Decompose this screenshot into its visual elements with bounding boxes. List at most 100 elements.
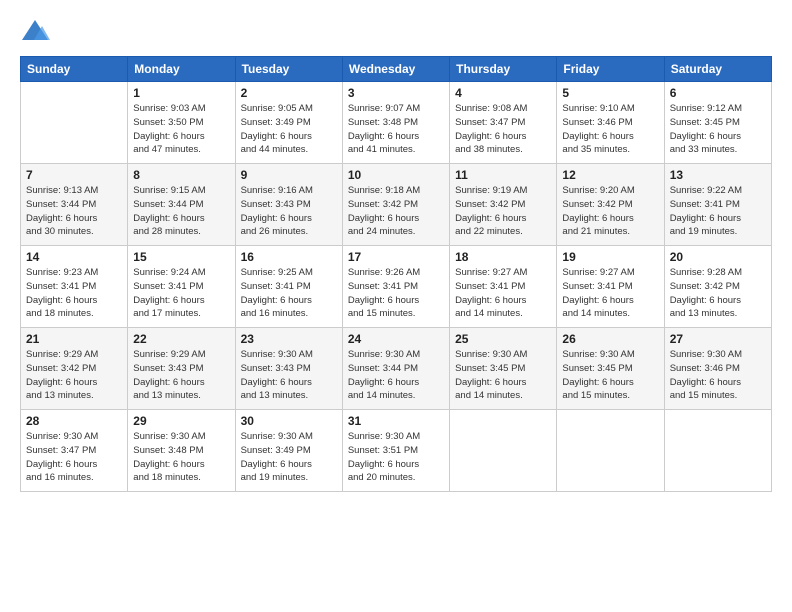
day-info: Sunrise: 9:19 AMSunset: 3:42 PMDaylight:… bbox=[455, 184, 551, 239]
day-info: Sunrise: 9:15 AMSunset: 3:44 PMDaylight:… bbox=[133, 184, 229, 239]
calendar-cell: 27 Sunrise: 9:30 AMSunset: 3:46 PMDayligh… bbox=[664, 328, 771, 410]
calendar-cell: 18 Sunrise: 9:27 AMSunset: 3:41 PMDayligh… bbox=[450, 246, 557, 328]
calendar-header-saturday: Saturday bbox=[664, 57, 771, 82]
day-info: Sunrise: 9:30 AMSunset: 3:49 PMDaylight:… bbox=[241, 430, 337, 485]
day-info: Sunrise: 9:27 AMSunset: 3:41 PMDaylight:… bbox=[455, 266, 551, 321]
day-info: Sunrise: 9:30 AMSunset: 3:51 PMDaylight:… bbox=[348, 430, 444, 485]
day-info: Sunrise: 9:05 AMSunset: 3:49 PMDaylight:… bbox=[241, 102, 337, 157]
day-number: 12 bbox=[562, 168, 658, 182]
day-number: 9 bbox=[241, 168, 337, 182]
day-info: Sunrise: 9:20 AMSunset: 3:42 PMDaylight:… bbox=[562, 184, 658, 239]
day-number: 29 bbox=[133, 414, 229, 428]
day-info: Sunrise: 9:30 AMSunset: 3:46 PMDaylight:… bbox=[670, 348, 766, 403]
day-number: 21 bbox=[26, 332, 122, 346]
day-info: Sunrise: 9:27 AMSunset: 3:41 PMDaylight:… bbox=[562, 266, 658, 321]
day-number: 6 bbox=[670, 86, 766, 100]
day-info: Sunrise: 9:07 AMSunset: 3:48 PMDaylight:… bbox=[348, 102, 444, 157]
day-number: 13 bbox=[670, 168, 766, 182]
day-number: 31 bbox=[348, 414, 444, 428]
day-number: 27 bbox=[670, 332, 766, 346]
calendar-cell bbox=[557, 410, 664, 492]
calendar-cell: 8 Sunrise: 9:15 AMSunset: 3:44 PMDaylight… bbox=[128, 164, 235, 246]
day-number: 8 bbox=[133, 168, 229, 182]
day-info: Sunrise: 9:30 AMSunset: 3:45 PMDaylight:… bbox=[562, 348, 658, 403]
day-number: 30 bbox=[241, 414, 337, 428]
calendar-week-row: 7 Sunrise: 9:13 AMSunset: 3:44 PMDaylight… bbox=[21, 164, 772, 246]
calendar-cell: 1Sunrise: 9:03 AMSunset: 3:50 PMDaylight… bbox=[128, 82, 235, 164]
day-number: 14 bbox=[26, 250, 122, 264]
logo-icon bbox=[20, 18, 50, 46]
day-number: 18 bbox=[455, 250, 551, 264]
calendar-cell: 17 Sunrise: 9:26 AMSunset: 3:41 PMDayligh… bbox=[342, 246, 449, 328]
calendar-cell: 31 Sunrise: 9:30 AMSunset: 3:51 PMDayligh… bbox=[342, 410, 449, 492]
day-number: 15 bbox=[133, 250, 229, 264]
day-number: 26 bbox=[562, 332, 658, 346]
day-number: 11 bbox=[455, 168, 551, 182]
calendar-cell: 28Sunrise: 9:30 AMSunset: 3:47 PMDayligh… bbox=[21, 410, 128, 492]
calendar-cell: 7 Sunrise: 9:13 AMSunset: 3:44 PMDaylight… bbox=[21, 164, 128, 246]
day-info: Sunrise: 9:12 AMSunset: 3:45 PMDaylight:… bbox=[670, 102, 766, 157]
calendar-cell: 11 Sunrise: 9:19 AMSunset: 3:42 PMDayligh… bbox=[450, 164, 557, 246]
calendar-cell: 25 Sunrise: 9:30 AMSunset: 3:45 PMDayligh… bbox=[450, 328, 557, 410]
calendar-cell: 9 Sunrise: 9:16 AMSunset: 3:43 PMDaylight… bbox=[235, 164, 342, 246]
calendar-cell: 13 Sunrise: 9:22 AMSunset: 3:41 PMDayligh… bbox=[664, 164, 771, 246]
day-info: Sunrise: 9:26 AMSunset: 3:41 PMDaylight:… bbox=[348, 266, 444, 321]
calendar-cell: 21 Sunrise: 9:29 AMSunset: 3:42 PMDayligh… bbox=[21, 328, 128, 410]
day-info: Sunrise: 9:29 AMSunset: 3:42 PMDaylight:… bbox=[26, 348, 122, 403]
calendar-cell: 26 Sunrise: 9:30 AMSunset: 3:45 PMDayligh… bbox=[557, 328, 664, 410]
day-info: Sunrise: 9:29 AMSunset: 3:43 PMDaylight:… bbox=[133, 348, 229, 403]
day-number: 22 bbox=[133, 332, 229, 346]
day-info: Sunrise: 9:30 AMSunset: 3:44 PMDaylight:… bbox=[348, 348, 444, 403]
calendar-table: SundayMondayTuesdayWednesdayThursdayFrid… bbox=[20, 56, 772, 492]
day-number: 7 bbox=[26, 168, 122, 182]
day-number: 4 bbox=[455, 86, 551, 100]
day-number: 10 bbox=[348, 168, 444, 182]
day-number: 3 bbox=[348, 86, 444, 100]
calendar-header-wednesday: Wednesday bbox=[342, 57, 449, 82]
day-info: Sunrise: 9:30 AMSunset: 3:47 PMDaylight:… bbox=[26, 430, 122, 485]
day-number: 16 bbox=[241, 250, 337, 264]
calendar-cell: 3 Sunrise: 9:07 AMSunset: 3:48 PMDaylight… bbox=[342, 82, 449, 164]
day-info: Sunrise: 9:24 AMSunset: 3:41 PMDaylight:… bbox=[133, 266, 229, 321]
calendar-week-row: 1Sunrise: 9:03 AMSunset: 3:50 PMDaylight… bbox=[21, 82, 772, 164]
calendar-cell bbox=[450, 410, 557, 492]
calendar-cell: 24 Sunrise: 9:30 AMSunset: 3:44 PMDayligh… bbox=[342, 328, 449, 410]
day-info: Sunrise: 9:08 AMSunset: 3:47 PMDaylight:… bbox=[455, 102, 551, 157]
calendar-cell bbox=[21, 82, 128, 164]
calendar-cell: 6 Sunrise: 9:12 AMSunset: 3:45 PMDaylight… bbox=[664, 82, 771, 164]
day-info: Sunrise: 9:23 AMSunset: 3:41 PMDaylight:… bbox=[26, 266, 122, 321]
calendar-cell: 19 Sunrise: 9:27 AMSunset: 3:41 PMDayligh… bbox=[557, 246, 664, 328]
day-number: 20 bbox=[670, 250, 766, 264]
day-info: Sunrise: 9:16 AMSunset: 3:43 PMDaylight:… bbox=[241, 184, 337, 239]
day-info: Sunrise: 9:28 AMSunset: 3:42 PMDaylight:… bbox=[670, 266, 766, 321]
day-number: 19 bbox=[562, 250, 658, 264]
calendar-cell bbox=[664, 410, 771, 492]
calendar-header-friday: Friday bbox=[557, 57, 664, 82]
calendar-cell: 14 Sunrise: 9:23 AMSunset: 3:41 PMDayligh… bbox=[21, 246, 128, 328]
logo bbox=[20, 18, 54, 46]
calendar-cell: 10 Sunrise: 9:18 AMSunset: 3:42 PMDayligh… bbox=[342, 164, 449, 246]
day-number: 23 bbox=[241, 332, 337, 346]
day-number: 25 bbox=[455, 332, 551, 346]
calendar-cell: 30 Sunrise: 9:30 AMSunset: 3:49 PMDayligh… bbox=[235, 410, 342, 492]
day-info: Sunrise: 9:30 AMSunset: 3:45 PMDaylight:… bbox=[455, 348, 551, 403]
day-number: 24 bbox=[348, 332, 444, 346]
calendar-header-thursday: Thursday bbox=[450, 57, 557, 82]
calendar-header-row: SundayMondayTuesdayWednesdayThursdayFrid… bbox=[21, 57, 772, 82]
calendar-week-row: 21 Sunrise: 9:29 AMSunset: 3:42 PMDayligh… bbox=[21, 328, 772, 410]
day-number: 5 bbox=[562, 86, 658, 100]
day-number: 1 bbox=[133, 86, 229, 100]
calendar-cell: 12 Sunrise: 9:20 AMSunset: 3:42 PMDayligh… bbox=[557, 164, 664, 246]
day-info: Sunrise: 9:22 AMSunset: 3:41 PMDaylight:… bbox=[670, 184, 766, 239]
day-info: Sunrise: 9:30 AMSunset: 3:43 PMDaylight:… bbox=[241, 348, 337, 403]
day-number: 17 bbox=[348, 250, 444, 264]
page: SundayMondayTuesdayWednesdayThursdayFrid… bbox=[0, 0, 792, 612]
day-info: Sunrise: 9:30 AMSunset: 3:48 PMDaylight:… bbox=[133, 430, 229, 485]
day-info: Sunrise: 9:13 AMSunset: 3:44 PMDaylight:… bbox=[26, 184, 122, 239]
calendar-header-monday: Monday bbox=[128, 57, 235, 82]
day-info: Sunrise: 9:18 AMSunset: 3:42 PMDaylight:… bbox=[348, 184, 444, 239]
calendar-header-sunday: Sunday bbox=[21, 57, 128, 82]
calendar-cell: 5Sunrise: 9:10 AMSunset: 3:46 PMDaylight… bbox=[557, 82, 664, 164]
calendar-cell: 22 Sunrise: 9:29 AMSunset: 3:43 PMDayligh… bbox=[128, 328, 235, 410]
calendar-cell: 29 Sunrise: 9:30 AMSunset: 3:48 PMDayligh… bbox=[128, 410, 235, 492]
